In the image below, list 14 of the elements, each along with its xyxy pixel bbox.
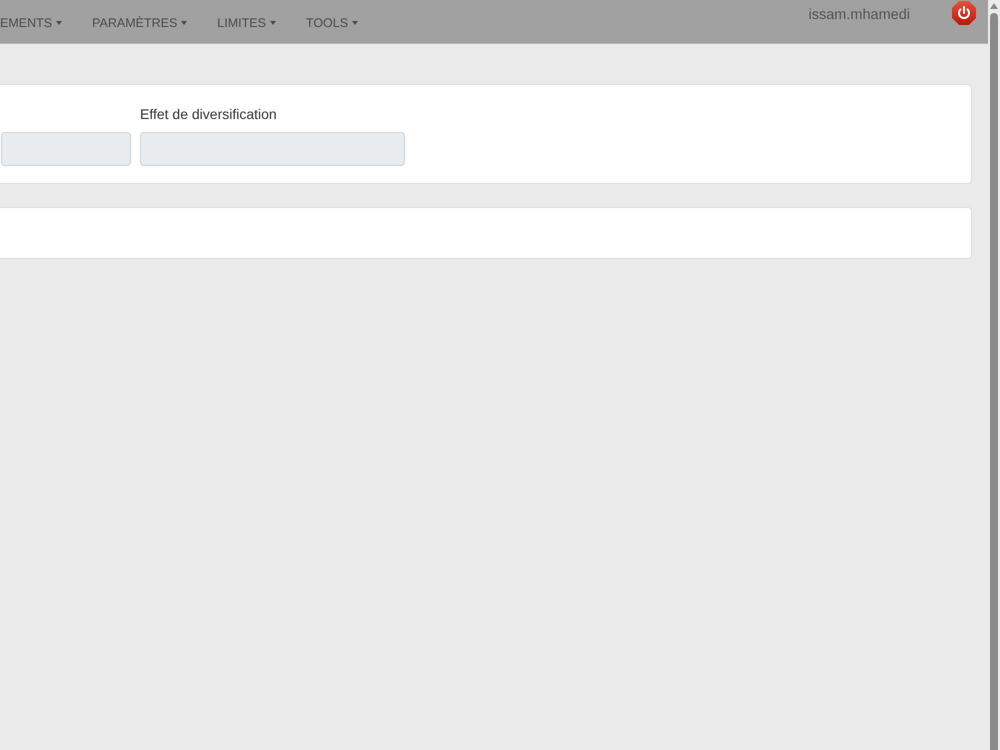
caret-icon [56,20,62,24]
menu-item[interactable]: LIMITES [217,14,276,30]
user-name: issam.mhamedi [808,6,910,22]
menu-item[interactable]: EMENTS [0,14,62,30]
caret-icon [181,20,188,24]
scrollbar-track[interactable] [988,0,1000,750]
power-icon[interactable] [952,0,976,24]
scrollbar-thumb[interactable] [990,13,998,750]
field-label: Effet de diversification [140,106,278,123]
menu-item[interactable]: TOOLS [306,14,358,30]
menu-item[interactable]: PARAMÈTRES [92,14,188,30]
caret-icon [352,20,358,24]
up-arrow-icon[interactable] [990,3,998,9]
caret-icon [270,20,276,24]
